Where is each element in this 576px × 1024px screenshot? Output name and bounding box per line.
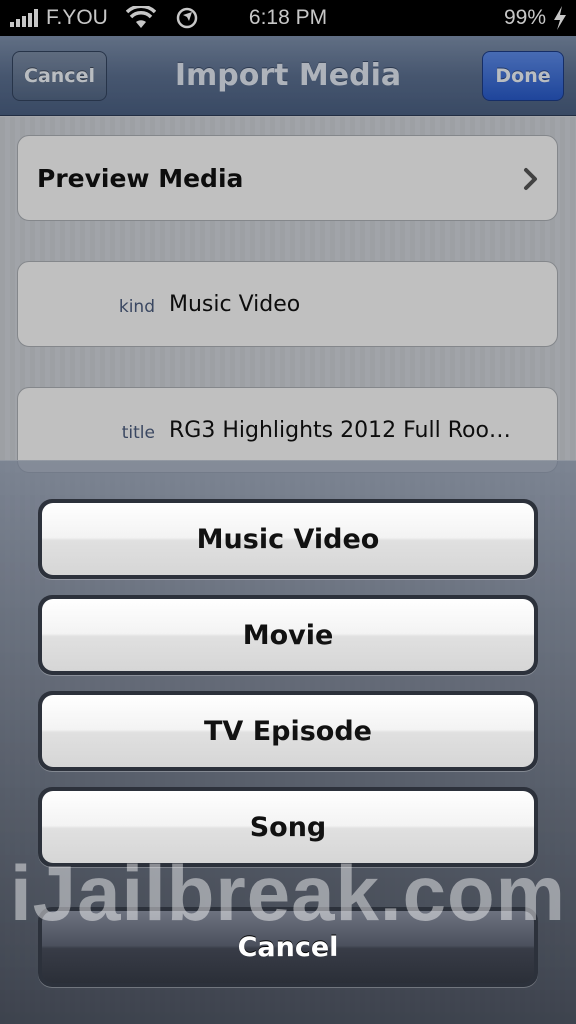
option-label: Music Video [42, 503, 534, 575]
option-music-video-button[interactable]: Music Video [38, 499, 538, 579]
option-label: TV Episode [42, 695, 534, 767]
action-sheet: Music Video Movie TV Episode Song Cancel [0, 460, 576, 1024]
option-tv-episode-button[interactable]: TV Episode [38, 691, 538, 771]
option-movie-button[interactable]: Movie [38, 595, 538, 675]
option-label: Movie [42, 599, 534, 671]
watermark: iJailbreak.com [10, 849, 566, 937]
